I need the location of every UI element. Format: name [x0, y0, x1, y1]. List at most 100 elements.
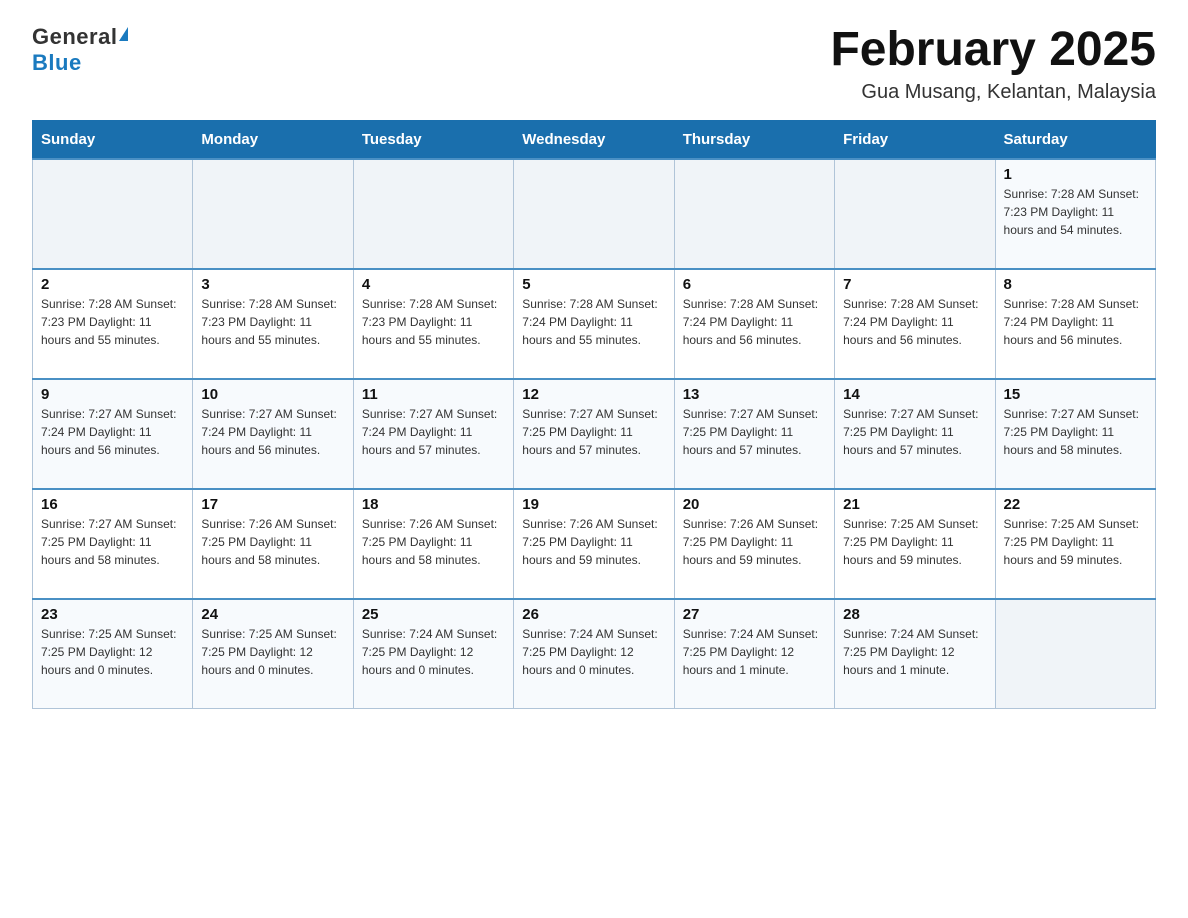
- logo-blue-text: Blue: [32, 50, 82, 76]
- calendar-cell: 27 Sunrise: 7:24 AM Sunset: 7:25 PM Dayli…: [674, 599, 834, 709]
- day-info: Sunrise: 7:27 AM Sunset: 7:25 PM Dayligh…: [843, 405, 986, 459]
- day-number: 18: [362, 496, 505, 513]
- calendar-week-4: 16Sunrise: 7:27 AM Sunset: 7:25 PM Dayli…: [33, 489, 1156, 599]
- day-number: 1: [1004, 166, 1147, 183]
- day-info: Sunrise: 7:28 AM Sunset: 7:23 PM Dayligh…: [201, 295, 344, 349]
- day-number: 11: [362, 386, 505, 403]
- calendar-week-1: 1 Sunrise: 7:28 AM Sunset: 7:23 PM Daylig…: [33, 159, 1156, 269]
- page-header: General Blue February 2025 Gua Musang, K…: [32, 24, 1156, 104]
- calendar-cell: [353, 159, 513, 269]
- day-info: Sunrise: 7:27 AM Sunset: 7:24 PM Dayligh…: [201, 405, 344, 459]
- calendar-cell: 11 Sunrise: 7:27 AM Sunset: 7:24 PM Dayli…: [353, 379, 513, 489]
- day-number: 9: [41, 386, 184, 403]
- day-number: 6: [683, 276, 826, 293]
- calendar-cell: 18 Sunrise: 7:26 AM Sunset: 7:25 PM Dayli…: [353, 489, 513, 599]
- calendar-cell: 17 Sunrise: 7:26 AM Sunset: 7:25 PM Dayli…: [193, 489, 353, 599]
- calendar-cell: 24Sunrise: 7:25 AM Sunset: 7:25 PM Dayli…: [193, 599, 353, 709]
- day-number: 5: [522, 276, 665, 293]
- day-info: Sunrise: 7:25 AM Sunset: 7:25 PM Dayligh…: [41, 625, 184, 679]
- day-info: Sunrise: 7:26 AM Sunset: 7:25 PM Dayligh…: [362, 515, 505, 569]
- day-info: Sunrise: 7:26 AM Sunset: 7:25 PM Dayligh…: [522, 515, 665, 569]
- calendar-cell: [514, 159, 674, 269]
- day-number: 4: [362, 276, 505, 293]
- header-row: Sunday Monday Tuesday Wednesday Thursday…: [33, 120, 1156, 159]
- day-info: Sunrise: 7:28 AM Sunset: 7:24 PM Dayligh…: [1004, 295, 1147, 349]
- calendar-cell: [193, 159, 353, 269]
- day-number: 2: [41, 276, 184, 293]
- day-info: Sunrise: 7:24 AM Sunset: 7:25 PM Dayligh…: [683, 625, 826, 679]
- day-number: 12: [522, 386, 665, 403]
- calendar-cell: [674, 159, 834, 269]
- calendar-cell: 12 Sunrise: 7:27 AM Sunset: 7:25 PM Dayli…: [514, 379, 674, 489]
- calendar-table: Sunday Monday Tuesday Wednesday Thursday…: [32, 120, 1156, 710]
- day-info: Sunrise: 7:24 AM Sunset: 7:25 PM Dayligh…: [522, 625, 665, 679]
- day-info: Sunrise: 7:28 AM Sunset: 7:24 PM Dayligh…: [522, 295, 665, 349]
- calendar-cell: 3Sunrise: 7:28 AM Sunset: 7:23 PM Daylig…: [193, 269, 353, 379]
- day-number: 25: [362, 606, 505, 623]
- day-number: 17: [201, 496, 344, 513]
- calendar-cell: 21 Sunrise: 7:25 AM Sunset: 7:25 PM Dayli…: [835, 489, 995, 599]
- day-info: Sunrise: 7:27 AM Sunset: 7:24 PM Dayligh…: [41, 405, 184, 459]
- col-thursday: Thursday: [674, 120, 834, 159]
- day-number: 19: [522, 496, 665, 513]
- logo-general-text: General: [32, 24, 117, 50]
- calendar-cell: 15Sunrise: 7:27 AM Sunset: 7:25 PM Dayli…: [995, 379, 1155, 489]
- col-tuesday: Tuesday: [353, 120, 513, 159]
- day-info: Sunrise: 7:28 AM Sunset: 7:24 PM Dayligh…: [683, 295, 826, 349]
- day-number: 21: [843, 496, 986, 513]
- month-title: February 2025: [830, 24, 1156, 77]
- calendar-week-5: 23Sunrise: 7:25 AM Sunset: 7:25 PM Dayli…: [33, 599, 1156, 709]
- calendar-cell: 22 Sunrise: 7:25 AM Sunset: 7:25 PM Dayli…: [995, 489, 1155, 599]
- location-title: Gua Musang, Kelantan, Malaysia: [830, 81, 1156, 104]
- col-friday: Friday: [835, 120, 995, 159]
- day-info: Sunrise: 7:24 AM Sunset: 7:25 PM Dayligh…: [843, 625, 986, 679]
- day-info: Sunrise: 7:26 AM Sunset: 7:25 PM Dayligh…: [201, 515, 344, 569]
- calendar-week-2: 2 Sunrise: 7:28 AM Sunset: 7:23 PM Daylig…: [33, 269, 1156, 379]
- calendar-cell: [995, 599, 1155, 709]
- calendar-cell: 25Sunrise: 7:24 AM Sunset: 7:25 PM Dayli…: [353, 599, 513, 709]
- calendar-week-3: 9 Sunrise: 7:27 AM Sunset: 7:24 PM Daylig…: [33, 379, 1156, 489]
- calendar-cell: 13 Sunrise: 7:27 AM Sunset: 7:25 PM Dayli…: [674, 379, 834, 489]
- day-info: Sunrise: 7:27 AM Sunset: 7:25 PM Dayligh…: [522, 405, 665, 459]
- calendar-cell: 23Sunrise: 7:25 AM Sunset: 7:25 PM Dayli…: [33, 599, 193, 709]
- logo: General Blue: [32, 24, 128, 76]
- day-number: 13: [683, 386, 826, 403]
- day-number: 15: [1004, 386, 1147, 403]
- col-wednesday: Wednesday: [514, 120, 674, 159]
- day-number: 27: [683, 606, 826, 623]
- calendar-cell: 1 Sunrise: 7:28 AM Sunset: 7:23 PM Daylig…: [995, 159, 1155, 269]
- title-block: February 2025 Gua Musang, Kelantan, Mala…: [830, 24, 1156, 104]
- day-number: 22: [1004, 496, 1147, 513]
- calendar-cell: 6 Sunrise: 7:28 AM Sunset: 7:24 PM Daylig…: [674, 269, 834, 379]
- calendar-cell: 14Sunrise: 7:27 AM Sunset: 7:25 PM Dayli…: [835, 379, 995, 489]
- day-info: Sunrise: 7:27 AM Sunset: 7:24 PM Dayligh…: [362, 405, 505, 459]
- calendar-header: Sunday Monday Tuesday Wednesday Thursday…: [33, 120, 1156, 159]
- day-info: Sunrise: 7:25 AM Sunset: 7:25 PM Dayligh…: [843, 515, 986, 569]
- day-info: Sunrise: 7:27 AM Sunset: 7:25 PM Dayligh…: [683, 405, 826, 459]
- day-number: 26: [522, 606, 665, 623]
- calendar-cell: 2 Sunrise: 7:28 AM Sunset: 7:23 PM Daylig…: [33, 269, 193, 379]
- day-info: Sunrise: 7:26 AM Sunset: 7:25 PM Dayligh…: [683, 515, 826, 569]
- calendar-cell: 9 Sunrise: 7:27 AM Sunset: 7:24 PM Daylig…: [33, 379, 193, 489]
- day-number: 7: [843, 276, 986, 293]
- day-info: Sunrise: 7:28 AM Sunset: 7:23 PM Dayligh…: [41, 295, 184, 349]
- calendar-cell: 4 Sunrise: 7:28 AM Sunset: 7:23 PM Daylig…: [353, 269, 513, 379]
- calendar-body: 1 Sunrise: 7:28 AM Sunset: 7:23 PM Daylig…: [33, 159, 1156, 709]
- day-info: Sunrise: 7:25 AM Sunset: 7:25 PM Dayligh…: [1004, 515, 1147, 569]
- calendar-cell: 10 Sunrise: 7:27 AM Sunset: 7:24 PM Dayli…: [193, 379, 353, 489]
- col-monday: Monday: [193, 120, 353, 159]
- day-number: 10: [201, 386, 344, 403]
- day-number: 16: [41, 496, 184, 513]
- col-sunday: Sunday: [33, 120, 193, 159]
- calendar-cell: 19 Sunrise: 7:26 AM Sunset: 7:25 PM Dayli…: [514, 489, 674, 599]
- calendar-cell: 20Sunrise: 7:26 AM Sunset: 7:25 PM Dayli…: [674, 489, 834, 599]
- calendar-cell: [33, 159, 193, 269]
- day-info: Sunrise: 7:28 AM Sunset: 7:24 PM Dayligh…: [843, 295, 986, 349]
- day-number: 24: [201, 606, 344, 623]
- day-info: Sunrise: 7:28 AM Sunset: 7:23 PM Dayligh…: [1004, 185, 1147, 239]
- calendar-cell: 28Sunrise: 7:24 AM Sunset: 7:25 PM Dayli…: [835, 599, 995, 709]
- day-number: 8: [1004, 276, 1147, 293]
- calendar-cell: 5 Sunrise: 7:28 AM Sunset: 7:24 PM Daylig…: [514, 269, 674, 379]
- day-info: Sunrise: 7:28 AM Sunset: 7:23 PM Dayligh…: [362, 295, 505, 349]
- calendar-cell: 8 Sunrise: 7:28 AM Sunset: 7:24 PM Daylig…: [995, 269, 1155, 379]
